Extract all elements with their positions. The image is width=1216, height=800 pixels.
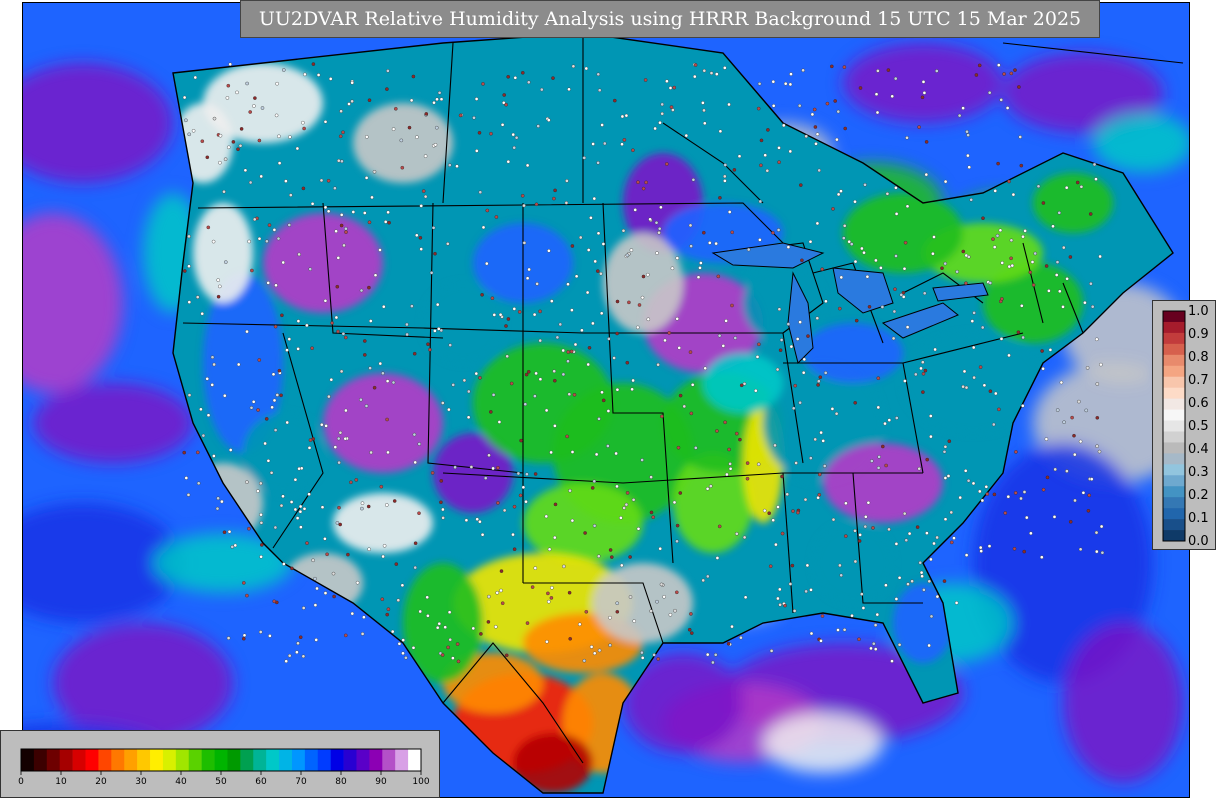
humidity-swatch [214,749,228,771]
rh-swatch [1163,387,1185,399]
map-canvas [23,3,1189,797]
rh-swatch [1163,519,1185,531]
humidity-tick-label: 90 [375,777,387,787]
rh-tick-label: 0.0 [1188,534,1209,549]
rh-swatch [1163,431,1185,443]
rh-swatch [1163,376,1185,388]
humidity-tick-label: 100 [412,777,429,787]
humidity-swatch [98,749,112,771]
humidity-swatch [21,749,35,771]
rh-swatch [1163,464,1185,476]
rh-swatch [1163,311,1185,323]
humidity-swatch [111,749,125,771]
humidity-swatch [162,749,177,771]
humidity-tick-label: 20 [95,777,107,787]
humidity-tick-label: 70 [295,777,307,787]
humidity-swatch [266,749,280,771]
humidity-tick-label: 30 [135,777,147,787]
humidity-swatch [317,749,331,771]
rh-tick-label: 0.1 [1188,511,1209,526]
rh-swatch [1163,453,1185,465]
humidity-swatch [343,749,357,771]
humidity-swatch [124,749,138,771]
humidity-swatch [72,749,86,771]
humidity-colorbar-legend: 0 10 20 30 40 50 60 70 80 90 100 [0,730,440,798]
humidity-swatch [175,749,190,771]
rh-swatch [1163,475,1185,487]
rh-swatch [1163,497,1185,509]
rh-swatch [1163,530,1185,542]
rh-tick-label: 0.3 [1188,465,1209,480]
humidity-swatch [137,749,151,771]
humidity-map [22,2,1190,798]
humidity-swatch [59,749,73,771]
humidity-swatch [227,749,241,771]
rh-swatch [1163,420,1185,432]
humidity-swatch [382,749,396,771]
humidity-swatch [291,749,306,771]
humidity-swatch [304,749,319,771]
humidity-tick-label: 40 [175,777,187,787]
humidity-swatch [279,749,293,771]
rh-swatch [1163,365,1185,378]
rh-swatch [1163,486,1185,498]
humidity-tick-label: 10 [55,777,67,787]
rh-swatch [1163,332,1185,345]
humidity-swatch [46,749,61,771]
humidity-swatch [369,749,383,771]
humidity-tick-label: 50 [215,777,227,787]
rh-colorbar-legend: 1.0 0.9 0.8 0.7 0.6 0.5 0.4 0.3 0.2 0.1 0.0 [1152,300,1216,550]
rh-swatch [1163,409,1185,421]
rh-tick-label: 0.4 [1188,442,1209,457]
humidity-swatch [33,749,48,771]
humidity-tick-label: 0 [18,777,24,787]
humidity-swatch [330,749,344,771]
humidity-swatch [150,749,164,771]
rh-swatch [1163,442,1185,454]
rh-tick-label: 0.7 [1188,373,1209,388]
humidity-swatch [201,749,215,771]
rh-swatch [1163,354,1185,367]
humidity-swatch [188,749,202,771]
humidity-tick-label: 60 [255,777,267,787]
humidity-swatch [253,749,267,771]
rh-tick-label: 0.2 [1188,488,1209,503]
rh-tick-label: 0.5 [1188,419,1209,434]
rh-tick-label: 1.0 [1188,304,1209,319]
humidity-swatch [408,749,422,771]
rh-tick-label: 0.9 [1188,327,1209,342]
humidity-swatch [356,749,370,771]
rh-swatch [1163,343,1185,356]
humidity-tick-label: 80 [335,777,347,787]
humidity-swatch [85,749,99,771]
rh-tick-label: 0.8 [1188,350,1209,365]
rh-swatch [1163,398,1185,410]
humidity-swatch [240,749,254,771]
rh-swatch [1163,321,1185,334]
rh-swatch [1163,508,1185,520]
humidity-swatch [395,749,409,771]
rh-tick-label: 0.6 [1188,396,1209,411]
map-title: UU2DVAR Relative Humidity Analysis using… [240,0,1100,38]
